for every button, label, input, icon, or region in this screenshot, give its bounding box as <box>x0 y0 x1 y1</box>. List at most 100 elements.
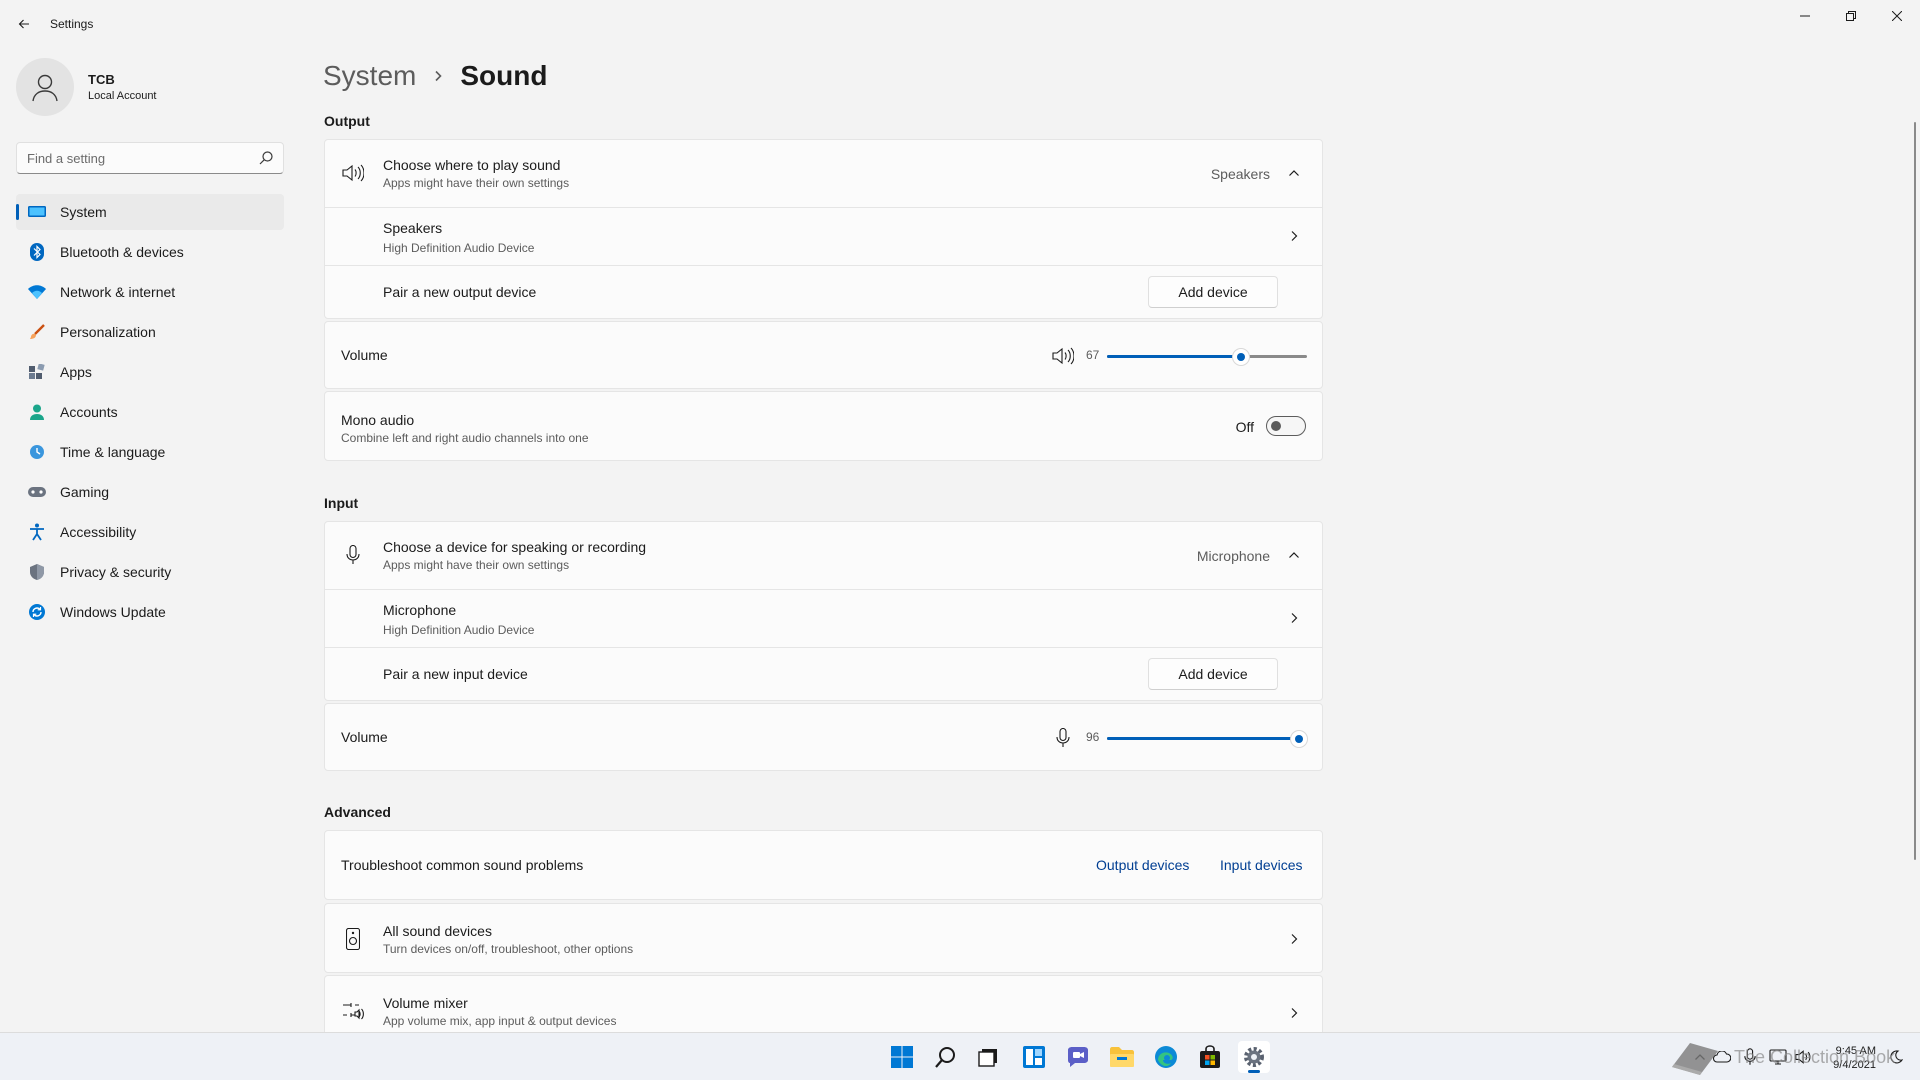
sidebar-item-label: Accounts <box>60 404 118 420</box>
sidebar-item-windows-update[interactable]: Windows Update <box>16 594 284 630</box>
file-explorer-icon <box>1110 1047 1134 1067</box>
volume-mixer-title: Volume mixer <box>383 995 468 1011</box>
output-volume-label: Volume <box>341 347 388 363</box>
back-arrow-icon <box>18 19 29 29</box>
sidebar-item-accessibility[interactable]: Accessibility <box>16 514 284 550</box>
windows-start-button[interactable] <box>886 1041 918 1073</box>
microphone-volume-icon[interactable] <box>1051 726 1075 750</box>
avatar <box>16 58 74 116</box>
output-volume-slider[interactable] <box>1107 346 1307 366</box>
speaker-volume-icon[interactable] <box>1051 344 1075 368</box>
sidebar-item-label: Personalization <box>60 324 156 340</box>
mono-audio-state: Off <box>1235 419 1254 435</box>
output-device-speakers-row[interactable]: Speakers High Definition Audio Device <box>325 208 1322 265</box>
close-button[interactable] <box>1874 0 1920 32</box>
chevron-right-icon <box>1288 612 1300 624</box>
chevron-up-icon[interactable] <box>1288 549 1300 561</box>
sidebar-item-label: Privacy & security <box>60 564 172 580</box>
all-sound-devices-title: All sound devices <box>383 923 492 939</box>
output-device-card: Choose where to play sound Apps might ha… <box>324 139 1323 319</box>
input-volume-value: 96 <box>1086 730 1100 744</box>
mono-audio-toggle[interactable] <box>1266 416 1306 436</box>
add-output-device-button[interactable]: Add device <box>1148 276 1278 308</box>
input-device-microphone-row[interactable]: Microphone High Definition Audio Device <box>325 590 1322 647</box>
sidebar-item-apps[interactable]: Apps <box>16 354 284 390</box>
book-logo-watermark <box>1668 1037 1728 1077</box>
search-icon[interactable] <box>259 151 273 165</box>
slider-thumb[interactable] <box>1290 730 1308 748</box>
pair-output-label: Pair a new output device <box>383 284 537 300</box>
chat-button[interactable] <box>1062 1041 1094 1073</box>
store-icon <box>1200 1045 1220 1068</box>
chat-icon <box>1068 1047 1088 1067</box>
choose-input-title: Choose a device for speaking or recordin… <box>383 539 647 555</box>
sidebar-item-label: Accessibility <box>60 524 137 540</box>
sidebar-nav: System Bluetooth & devices Network & int… <box>16 194 284 634</box>
pair-input-label: Pair a new input device <box>383 666 528 682</box>
edge-button[interactable] <box>1150 1041 1182 1073</box>
store-button[interactable] <box>1194 1041 1226 1073</box>
breadcrumb-parent[interactable]: System <box>323 60 416 92</box>
microphone-icon <box>341 543 365 567</box>
volume-mixer-subtitle: App volume mix, app input & output devic… <box>383 1014 617 1028</box>
volume-mixer-card[interactable]: Volume mixer App volume mix, app input &… <box>324 975 1323 1032</box>
input-volume-card: Volume 96 <box>324 703 1323 771</box>
profile-account-type: Local Account <box>88 90 157 102</box>
sidebar-item-accounts[interactable]: Accounts <box>16 394 284 430</box>
all-sound-devices-card[interactable]: All sound devices Turn devices on/off, t… <box>324 903 1323 973</box>
taskbar-search-button[interactable] <box>930 1041 962 1073</box>
task-view-button[interactable] <box>972 1041 1004 1073</box>
sidebar-item-label: System <box>60 204 107 220</box>
sidebar-item-label: Apps <box>60 364 92 380</box>
mixer-icon <box>341 998 365 1022</box>
apps-icon <box>28 363 46 381</box>
sidebar-item-time-language[interactable]: Time & language <box>16 434 284 470</box>
sidebar-item-bluetooth-devices[interactable]: Bluetooth & devices <box>16 234 284 270</box>
search-icon <box>935 1047 955 1068</box>
input-volume-slider[interactable] <box>1107 728 1308 748</box>
sidebar-item-label: Gaming <box>60 484 110 500</box>
choose-output-row[interactable]: Choose where to play sound Apps might ha… <box>325 140 1322 207</box>
minimize-icon <box>1800 15 1810 17</box>
sidebar-item-privacy-security[interactable]: Privacy & security <box>16 554 284 590</box>
search-input[interactable] <box>27 143 247 173</box>
sidebar-item-label: Bluetooth & devices <box>60 244 184 260</box>
file-explorer-button[interactable] <box>1106 1041 1138 1073</box>
sidebar-item-label: Windows Update <box>60 604 166 620</box>
sidebar-item-gaming[interactable]: Gaming <box>16 474 284 510</box>
input-device-card: Choose a device for speaking or recordin… <box>324 521 1323 701</box>
troubleshoot-output-devices-link[interactable]: Output devices <box>1096 857 1189 873</box>
settings-button[interactable] <box>1238 1041 1270 1073</box>
sidebar-item-network-internet[interactable]: Network & internet <box>16 274 284 310</box>
output-volume-card: Volume 67 <box>324 321 1323 389</box>
back-button[interactable] <box>12 12 36 36</box>
section-title-input: Input <box>324 495 359 511</box>
widgets-button[interactable] <box>1018 1041 1050 1073</box>
speaker-icon <box>341 161 365 185</box>
chevron-right-icon <box>1288 1007 1300 1019</box>
section-title-output: Output <box>324 113 370 129</box>
troubleshoot-input-devices-link[interactable]: Input devices <box>1220 857 1303 873</box>
restore-button[interactable] <box>1828 0 1874 32</box>
output-device-name: Speakers <box>383 220 443 236</box>
sidebar-item-personalization[interactable]: Personalization <box>16 314 284 350</box>
sidebar-item-system[interactable]: System <box>16 194 284 230</box>
add-input-device-button[interactable]: Add device <box>1148 658 1278 690</box>
user-profile[interactable]: TCB Local Account <box>16 58 286 116</box>
slider-thumb[interactable] <box>1232 348 1250 366</box>
profile-name: TCB <box>88 72 115 87</box>
choose-input-row[interactable]: Choose a device for speaking or recordin… <box>325 522 1322 589</box>
search-box <box>16 142 284 174</box>
choose-output-subtitle: Apps might have their own settings <box>383 176 570 190</box>
chevron-up-icon[interactable] <box>1288 167 1300 179</box>
input-device-name: Microphone <box>383 602 457 618</box>
choose-input-subtitle: Apps might have their own settings <box>383 558 570 572</box>
selected-input-device: Microphone <box>1196 548 1270 564</box>
edge-icon <box>1155 1046 1177 1068</box>
mono-audio-title: Mono audio <box>341 412 415 428</box>
content-scrollbar[interactable] <box>1914 122 1916 860</box>
person-avatar-icon <box>32 74 58 102</box>
pair-output-row: Pair a new output device Add device <box>325 266 1322 318</box>
minimize-button[interactable] <box>1782 0 1828 32</box>
clock-globe-icon <box>28 443 46 461</box>
